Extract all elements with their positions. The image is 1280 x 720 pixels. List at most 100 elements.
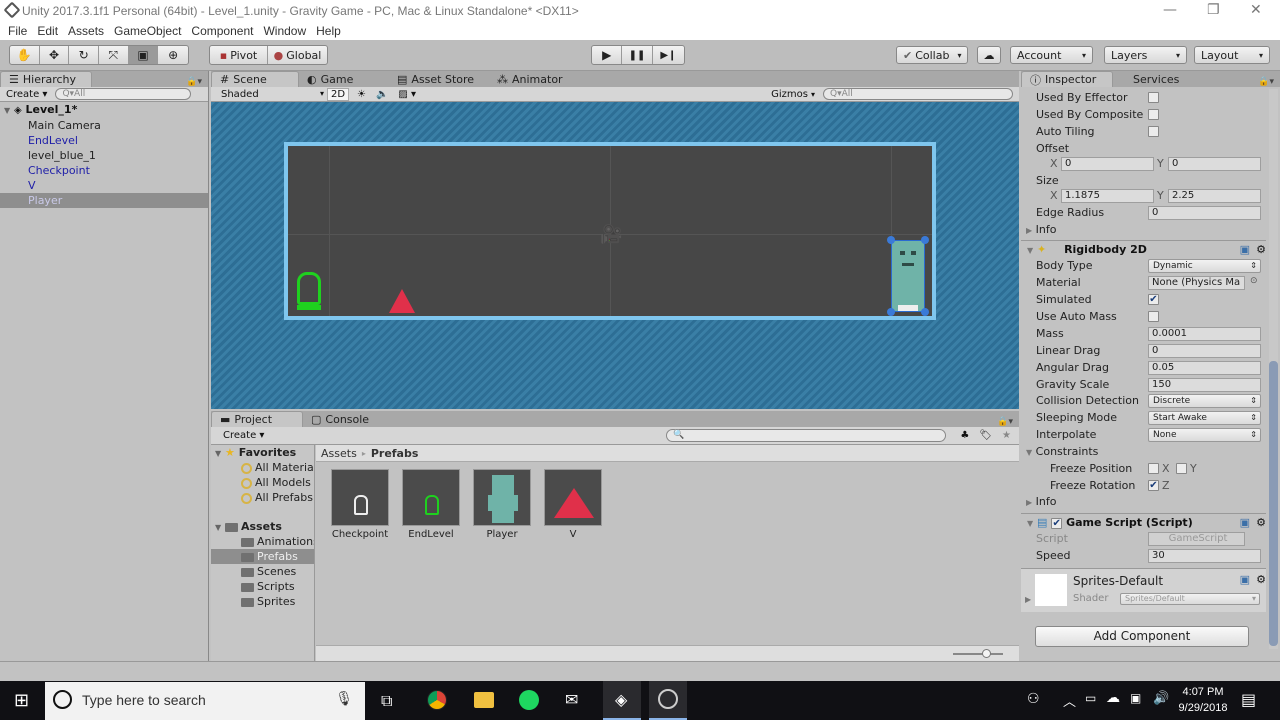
freeze-rotation-z-checkbox[interactable]: ✔ xyxy=(1148,480,1159,491)
linear-drag-field[interactable]: 0 xyxy=(1148,344,1261,358)
tab-inspector[interactable]: ⓘ Inspector xyxy=(1021,71,1113,87)
angular-drag-field[interactable]: 0.05 xyxy=(1148,361,1261,375)
add-component-button[interactable]: Add Component xyxy=(1035,626,1249,647)
battery-icon[interactable]: ▭ xyxy=(1085,691,1096,705)
shading-dropdown[interactable]: Shaded ▾ xyxy=(211,89,327,100)
gravity-scale-field[interactable]: 150 xyxy=(1148,378,1261,392)
rect-tool-icon[interactable]: ▣ xyxy=(128,46,159,64)
gear-icon[interactable]: ⚙ xyxy=(1256,241,1266,259)
player-sprite[interactable] xyxy=(891,240,925,312)
rigidbody-2d-header[interactable]: ▼ ✦ Rigidbody 2D ▣ ⚙ xyxy=(1021,240,1266,258)
pause-button[interactable]: ❚❚ xyxy=(622,46,653,64)
script-enabled-checkbox[interactable]: ✔ xyxy=(1051,517,1063,529)
interpolate-dropdown[interactable]: None ⇕ xyxy=(1148,428,1261,442)
offset-x-field[interactable]: 0 xyxy=(1061,157,1154,171)
menu-component[interactable]: Component xyxy=(191,24,253,38)
people-icon[interactable]: ⚇ xyxy=(1027,691,1040,707)
tab-animator[interactable]: ⁂ Animator xyxy=(489,71,579,87)
scene-root[interactable]: ▼ ◈ Level_1* xyxy=(0,102,208,118)
2d-toggle[interactable]: 2D xyxy=(327,87,349,101)
onedrive-icon[interactable]: ☁ xyxy=(1106,690,1120,706)
windows-start-icon[interactable]: ⊞ xyxy=(14,690,29,711)
sleeping-mode-dropdown[interactable]: Start Awake ⇕ xyxy=(1148,411,1261,425)
hand-tool-icon[interactable]: ✋ xyxy=(10,46,40,64)
hierarchy-item-player[interactable]: Player xyxy=(0,193,208,208)
transform-tool-icon[interactable]: ⊕ xyxy=(158,46,188,64)
menu-window[interactable]: Window xyxy=(263,24,306,38)
scene-search-input[interactable]: Q▾All xyxy=(823,88,1013,100)
camera-gizmo-icon[interactable]: 🎥 xyxy=(600,224,622,245)
offset-y-field[interactable]: 0 xyxy=(1168,157,1261,171)
tab-hierarchy[interactable]: ☰ Hierarchy xyxy=(0,71,92,87)
asset-checkpoint[interactable]: Checkpoint xyxy=(331,469,389,540)
project-search-input[interactable]: 🔍 xyxy=(666,429,947,442)
restore-button[interactable]: ❐ xyxy=(1207,2,1220,18)
body-type-dropdown[interactable]: Dynamic ⇕ xyxy=(1148,259,1261,273)
folder-animations[interactable]: Animations xyxy=(211,534,314,549)
file-explorer-icon[interactable] xyxy=(474,692,494,708)
constraints-foldout[interactable]: ▼ Constraints xyxy=(1026,443,1098,460)
auto-tiling-checkbox[interactable] xyxy=(1148,126,1159,137)
mass-field[interactable]: 0.0001 xyxy=(1148,327,1261,341)
menu-help[interactable]: Help xyxy=(316,24,341,38)
play-button[interactable]: ▶ xyxy=(592,46,623,64)
menu-edit[interactable]: Edit xyxy=(37,24,58,38)
action-center-icon[interactable]: ▤ xyxy=(1241,690,1256,709)
lock-icon[interactable]: 🔒▾ xyxy=(997,417,1013,427)
folder-prefabs[interactable]: Prefabs xyxy=(211,549,314,564)
pivot-toggle[interactable]: ▪ Pivot xyxy=(210,46,269,64)
rigidbody-info-foldout[interactable]: ▶ Info xyxy=(1026,493,1056,510)
gear-icon[interactable]: ⚙ xyxy=(1256,514,1266,532)
layout-dropdown[interactable]: Layout ▾ xyxy=(1194,46,1270,64)
level-blue-1-sprite[interactable]: 🎥 xyxy=(284,142,936,320)
tab-game[interactable]: ◐ Game xyxy=(299,71,389,87)
use-auto-mass-checkbox[interactable] xyxy=(1148,311,1159,322)
favorite-all-materials[interactable]: All Materials xyxy=(211,460,314,475)
edge-radius-field[interactable]: 0 xyxy=(1148,206,1261,220)
expand-arrow-icon[interactable]: ▼ xyxy=(215,449,221,458)
used-by-composite-checkbox[interactable] xyxy=(1148,109,1159,120)
object-picker-icon[interactable]: ⊙ xyxy=(1250,276,1258,286)
assets-root[interactable]: ▼ Assets xyxy=(211,519,314,534)
hierarchy-item-v[interactable]: V xyxy=(0,178,208,193)
expand-arrow-icon[interactable]: ▼ xyxy=(215,523,221,532)
resize-handle[interactable] xyxy=(921,236,929,244)
resize-handle[interactable] xyxy=(887,236,895,244)
collab-dropdown[interactable]: ✔ Collab ▾ xyxy=(896,46,968,64)
taskbar-search-box[interactable]: Type here to search 🎙 xyxy=(45,682,365,720)
spotify-icon[interactable] xyxy=(519,690,539,710)
help-icon[interactable]: ▣ xyxy=(1240,573,1250,586)
endlevel-sprite[interactable] xyxy=(297,272,321,305)
filter-by-type-icon[interactable]: ♣ xyxy=(960,430,969,441)
close-button[interactable]: ✕ xyxy=(1250,2,1262,18)
account-dropdown[interactable]: Account ▾ xyxy=(1010,46,1093,64)
network-icon[interactable]: ▣ xyxy=(1130,691,1141,705)
asset-player[interactable]: Player xyxy=(473,469,531,540)
size-y-field[interactable]: 2.25 xyxy=(1168,189,1261,203)
hierarchy-item-level-blue-1[interactable]: level_blue_1 xyxy=(0,148,208,163)
spike-v-sprite[interactable] xyxy=(389,289,415,313)
asset-endlevel[interactable]: EndLevel xyxy=(402,469,460,540)
folder-scripts[interactable]: Scripts xyxy=(211,579,314,594)
audio-toggle-icon[interactable]: 🔈 xyxy=(376,89,388,100)
menu-assets[interactable]: Assets xyxy=(68,24,104,38)
lock-icon[interactable]: 🔒▾ xyxy=(1258,77,1274,87)
expand-arrow-icon[interactable]: ▼ xyxy=(1027,246,1033,255)
favorite-star-icon[interactable]: ★ xyxy=(1002,430,1011,441)
inspector-scrollbar[interactable] xyxy=(1269,89,1278,649)
freeze-position-y-checkbox[interactable] xyxy=(1176,463,1187,474)
hierarchy-item-endlevel[interactable]: EndLevel xyxy=(0,133,208,148)
used-by-effector-checkbox[interactable] xyxy=(1148,92,1159,103)
show-hidden-icons[interactable]: ︿ xyxy=(1063,691,1076,710)
rotate-tool-icon[interactable]: ↻ xyxy=(69,46,100,64)
tab-project[interactable]: ▬ Project xyxy=(211,411,303,427)
game-script-header[interactable]: ▼ ▤ ✔ Game Script (Script) ▣ ⚙ xyxy=(1021,513,1266,531)
freeze-position-x-checkbox[interactable] xyxy=(1148,463,1159,474)
help-icon[interactable]: ▣ xyxy=(1240,514,1250,532)
step-button[interactable]: ▶❙ xyxy=(653,46,684,64)
menu-file[interactable]: File xyxy=(8,24,27,38)
tab-console[interactable]: ▢ Console xyxy=(303,411,393,427)
breadcrumb-assets[interactable]: Assets xyxy=(321,447,357,460)
folder-sprites[interactable]: Sprites xyxy=(211,594,314,609)
gizmos-dropdown[interactable]: Gizmos ▾ xyxy=(771,89,815,100)
